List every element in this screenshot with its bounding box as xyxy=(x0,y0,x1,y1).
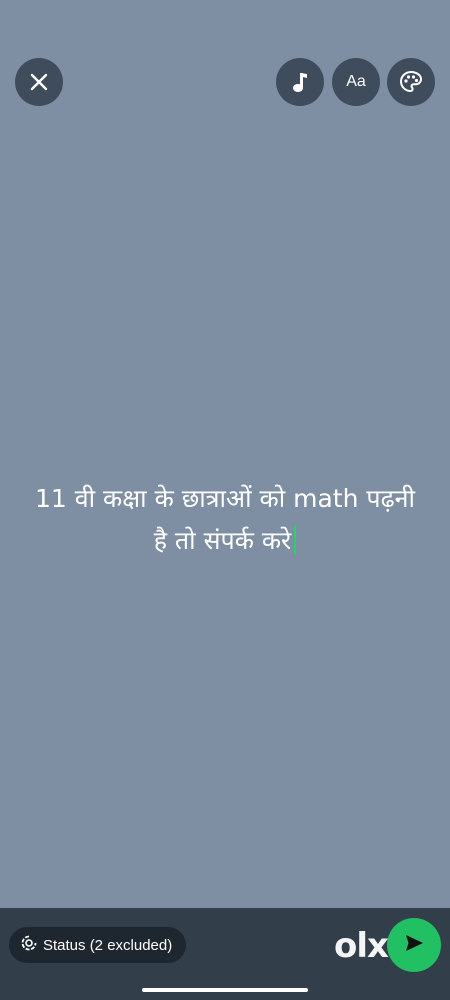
close-icon xyxy=(29,72,49,92)
status-audience-label: Status (2 excluded) xyxy=(43,936,173,954)
font-style-label: Aa xyxy=(346,73,366,90)
home-indicator[interactable] xyxy=(142,988,308,992)
olx-watermark: olx xyxy=(334,926,389,966)
background-color-button[interactable] xyxy=(387,58,435,106)
status-text-line-2: है तो संपर्क करे xyxy=(20,520,430,562)
music-button[interactable] xyxy=(276,58,324,106)
send-icon xyxy=(403,932,425,958)
status-audience-button[interactable]: Status (2 excluded) xyxy=(9,927,187,963)
close-button[interactable] xyxy=(15,58,63,106)
status-text-line: 11 वी कक्षा के छात्राओं को math पढ़नी xyxy=(34,484,416,513)
font-style-button[interactable]: Aa xyxy=(332,58,380,106)
music-note-icon xyxy=(290,71,310,93)
bottom-bar: Status (2 excluded) olx xyxy=(0,908,450,1000)
send-button[interactable] xyxy=(387,918,441,972)
palette-icon xyxy=(399,70,423,94)
text-caret xyxy=(294,525,297,555)
status-ring-icon xyxy=(21,935,37,955)
status-text-input[interactable]: 11 वी कक्षा के छात्राओं को math पढ़नी है… xyxy=(20,478,430,562)
status-composer-screen: Aa 11 वी कक्षा के छात्राओं को math पढ़नी… xyxy=(0,0,450,1000)
